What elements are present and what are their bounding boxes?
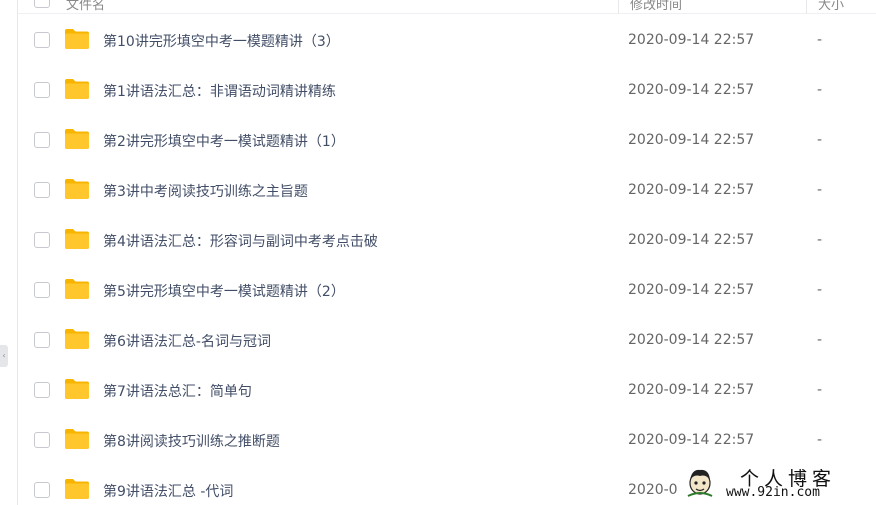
file-row[interactable]: 第2讲完形填空中考一模试题精讲（1） 2020-09-14 22:57 -: [18, 115, 876, 165]
folder-icon: [65, 79, 89, 99]
file-size: -: [817, 82, 823, 98]
file-mtime: 2020-09-14 22:57: [628, 332, 755, 348]
folder-icon: [65, 479, 89, 499]
file-size: -: [817, 332, 823, 348]
file-mtime: 2020-09-14 22:57: [628, 382, 755, 398]
file-size: -: [817, 432, 823, 448]
file-mtime: 2020-09-14 22:57: [628, 432, 755, 448]
folder-icon: [65, 329, 89, 349]
row-checkbox[interactable]: [34, 32, 50, 48]
row-checkbox[interactable]: [34, 132, 50, 148]
file-name-link[interactable]: 第2讲完形填空中考一模试题精讲（1）: [103, 131, 345, 151]
file-row[interactable]: 第7讲语法总汇：简单句 2020-09-14 22:57 -: [18, 365, 876, 415]
folder-icon: [65, 429, 89, 449]
row-checkbox[interactable]: [34, 182, 50, 198]
row-checkbox[interactable]: [34, 82, 50, 98]
file-mtime: 2020-09-14 22:57: [628, 282, 755, 298]
file-name-link[interactable]: 第8讲阅读技巧训练之推断题: [103, 431, 280, 451]
file-size: -: [817, 32, 823, 48]
file-mtime: 2020-0: [628, 482, 678, 498]
row-checkbox[interactable]: [34, 282, 50, 298]
column-divider[interactable]: [618, 0, 619, 14]
file-mtime: 2020-09-14 22:57: [628, 232, 755, 248]
file-row[interactable]: 第6讲语法汇总-名词与冠词 2020-09-14 22:57 -: [18, 315, 876, 365]
file-row[interactable]: 第5讲完形填空中考一模试题精讲（2） 2020-09-14 22:57 -: [18, 265, 876, 315]
folder-icon: [65, 379, 89, 399]
file-row[interactable]: 第4讲语法汇总：形容词与副词中考考点击破 2020-09-14 22:57 -: [18, 215, 876, 265]
column-divider[interactable]: [806, 0, 807, 14]
file-size: -: [817, 382, 823, 398]
column-header-mtime[interactable]: 修改时间: [630, 0, 682, 13]
folder-icon: [65, 279, 89, 299]
file-row[interactable]: 第1讲语法汇总：非谓语动词精讲精练 2020-09-14 22:57 -: [18, 65, 876, 115]
file-mtime: 2020-09-14 22:57: [628, 82, 755, 98]
file-size: -: [817, 182, 823, 198]
file-name-link[interactable]: 第7讲语法总汇：简单句: [103, 381, 252, 401]
file-size: -: [817, 132, 823, 148]
file-size: -: [817, 282, 823, 298]
row-checkbox[interactable]: [34, 332, 50, 348]
chevron-left-icon: ‹: [2, 351, 6, 360]
column-header-size[interactable]: 大小: [818, 0, 844, 13]
row-checkbox[interactable]: [34, 432, 50, 448]
column-header-name[interactable]: 文件名: [66, 0, 105, 13]
file-row[interactable]: 第10讲完形填空中考一模题精讲（3） 2020-09-14 22:57 -: [18, 15, 876, 65]
folder-icon: [65, 29, 89, 49]
file-name-link[interactable]: 第1讲语法汇总：非谓语动词精讲精练: [103, 81, 336, 101]
file-size: -: [817, 232, 823, 248]
file-row[interactable]: 第8讲阅读技巧训练之推断题 2020-09-14 22:57 -: [18, 415, 876, 465]
file-name-link[interactable]: 第10讲完形填空中考一模题精讲（3）: [103, 31, 340, 51]
file-mtime: 2020-09-14 22:57: [628, 32, 755, 48]
folder-icon: [65, 129, 89, 149]
file-list: 第10讲完形填空中考一模题精讲（3） 2020-09-14 22:57- 第1讲语法…: [18, 15, 876, 505]
file-name-link[interactable]: 第6讲语法汇总-名词与冠词: [103, 331, 271, 351]
row-checkbox[interactable]: [34, 232, 50, 248]
file-name-link[interactable]: 第3讲中考阅读技巧训练之主旨题: [103, 181, 308, 201]
file-name-link[interactable]: 第9讲语法汇总 -代词: [103, 481, 233, 501]
watermark-logo: 个人博客 www.92in.com: [682, 462, 876, 505]
folder-icon: [65, 179, 89, 199]
file-list-header: 文件名 修改时间 大小: [18, 0, 876, 14]
row-checkbox[interactable]: [34, 382, 50, 398]
cartoon-avatar-icon: [687, 469, 713, 497]
file-mtime: 2020-09-14 22:57: [628, 182, 755, 198]
file-name-link[interactable]: 第4讲语法汇总：形容词与副词中考考点击破: [103, 231, 378, 251]
sidebar-collapse-toggle[interactable]: ‹: [0, 345, 8, 367]
watermark-url: www.92in.com: [726, 485, 820, 500]
folder-icon: [65, 229, 89, 249]
file-row[interactable]: 第3讲中考阅读技巧训练之主旨题 2020-09-14 22:57 -: [18, 165, 876, 215]
row-checkbox[interactable]: [34, 482, 50, 498]
file-name-link[interactable]: 第5讲完形填空中考一模试题精讲（2）: [103, 281, 345, 301]
file-mtime: 2020-09-14 22:57: [628, 132, 755, 148]
select-all-checkbox[interactable]: [34, 0, 50, 8]
